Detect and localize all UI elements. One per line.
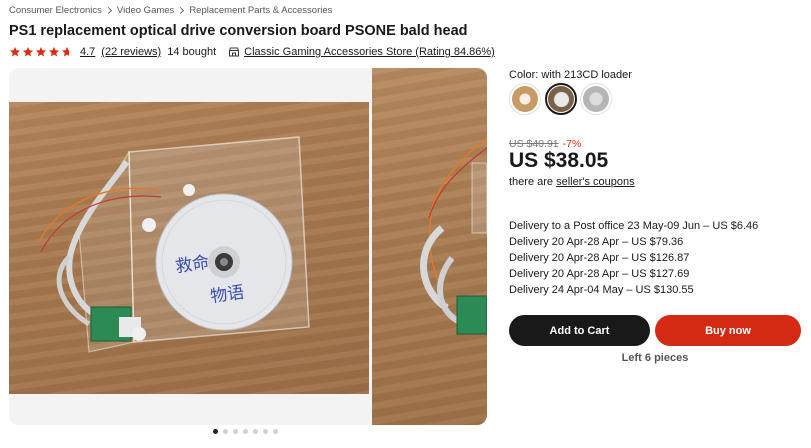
buy-now-button[interactable]: Buy now bbox=[655, 315, 801, 346]
add-to-cart-button[interactable]: Add to Cart bbox=[509, 315, 650, 346]
delivery-options: Delivery to a Post office 23 May-09 Jun … bbox=[509, 218, 758, 298]
disc-handwriting-1: 救命 bbox=[174, 252, 211, 278]
product-photo-main[interactable] bbox=[9, 102, 369, 394]
color-swatches bbox=[509, 83, 616, 115]
color-swatch-3[interactable] bbox=[580, 83, 612, 115]
star-icon bbox=[9, 46, 21, 58]
star-half-icon bbox=[61, 46, 73, 58]
store-link[interactable]: Classic Gaming Accessories Store (Rating… bbox=[244, 46, 495, 58]
color-swatch-2[interactable] bbox=[544, 83, 577, 115]
star-rating bbox=[9, 46, 74, 58]
delivery-option: Delivery 20 Apr-28 Apr – US $127.69 bbox=[509, 268, 690, 280]
rating-row: 4.7 (22 reviews) 14 bought Classic Gamin… bbox=[9, 44, 495, 60]
reviews-link[interactable]: (22 reviews) bbox=[101, 46, 161, 58]
gallery-pagination bbox=[213, 429, 283, 434]
delivery-option: Delivery to a Post office 23 May-09 Jun … bbox=[509, 220, 759, 232]
coupon-prefix: there are bbox=[509, 176, 554, 188]
disc-handwriting-2: 物语 bbox=[209, 282, 246, 308]
store-icon bbox=[228, 46, 240, 58]
color-label: Color: with 213CD loader bbox=[509, 69, 632, 81]
chevron-right-icon bbox=[104, 6, 112, 14]
delivery-option: Delivery 20 Apr-28 Apr – US $126.87 bbox=[509, 252, 690, 264]
breadcrumb: Consumer Electronics Video Games Replace… bbox=[9, 3, 332, 17]
coupon-row: there are seller's coupons bbox=[509, 176, 635, 188]
color-swatch-1[interactable] bbox=[509, 83, 541, 115]
gallery-dot[interactable] bbox=[243, 429, 248, 434]
gallery-dot[interactable] bbox=[273, 429, 278, 434]
breadcrumb-item-replacement-parts[interactable]: Replacement Parts & Accessories bbox=[189, 5, 332, 16]
star-icon bbox=[22, 46, 34, 58]
chevron-right-icon bbox=[177, 6, 185, 14]
rating-value[interactable]: 4.7 bbox=[80, 46, 95, 58]
delivery-option: Delivery 24 Apr-04 May – US $130.55 bbox=[509, 284, 694, 296]
stock-status: Left 6 pieces bbox=[621, 352, 689, 364]
product-photo-secondary[interactable] bbox=[372, 68, 487, 425]
star-icon bbox=[35, 46, 47, 58]
product-gallery[interactable] bbox=[9, 68, 487, 425]
gallery-dot[interactable] bbox=[233, 429, 238, 434]
gallery-dot[interactable] bbox=[253, 429, 258, 434]
breadcrumb-item-video-games[interactable]: Video Games bbox=[117, 5, 174, 16]
gallery-dot[interactable] bbox=[213, 429, 218, 434]
breadcrumb-item-consumer-electronics[interactable]: Consumer Electronics bbox=[9, 5, 102, 16]
delivery-option: Delivery 20 Apr-28 Apr – US $79.36 bbox=[509, 236, 684, 248]
star-icon bbox=[48, 46, 60, 58]
gallery-dot[interactable] bbox=[263, 429, 268, 434]
current-price: US $38.05 bbox=[509, 149, 609, 172]
sold-count: 14 bought bbox=[167, 46, 217, 58]
seller-coupons-link[interactable]: seller's coupons bbox=[556, 176, 635, 188]
product-title: PS1 replacement optical drive conversion… bbox=[9, 23, 468, 39]
gallery-dot[interactable] bbox=[223, 429, 228, 434]
